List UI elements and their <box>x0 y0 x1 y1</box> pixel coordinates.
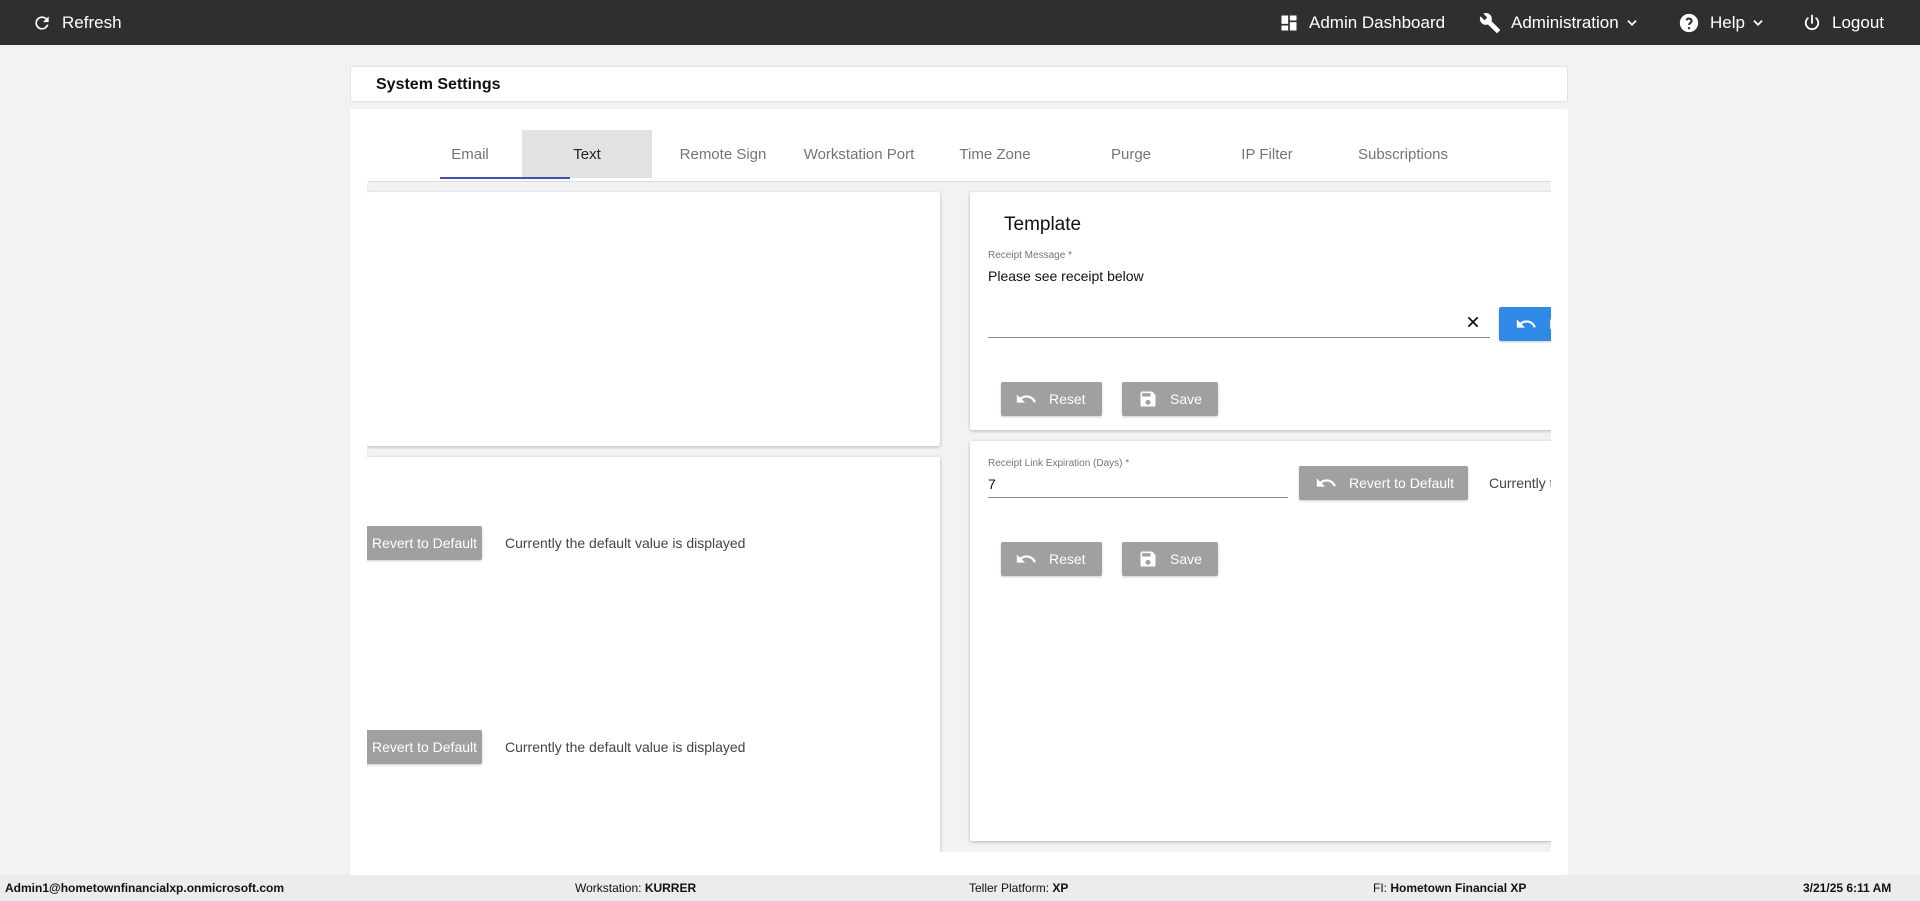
tab-remote-sign[interactable]: Remote Sign <box>658 130 788 178</box>
tab-subscriptions[interactable]: Subscriptions <box>1338 130 1468 178</box>
logout-label: Logout <box>1832 12 1884 32</box>
template-heading: Template <box>1004 214 1082 235</box>
left-top-panel <box>367 192 940 446</box>
footer-fi: FI: Hometown Financial XP <box>1373 881 1526 895</box>
reset-button[interactable]: Reset <box>1001 542 1102 576</box>
receipt-link-expiration-label: Receipt Link Expiration (Days) * <box>988 458 1130 469</box>
reset-label: Reset <box>1049 391 1086 407</box>
status-footer: Admin1@hometownfinancialxp.onmicrosoft.c… <box>0 875 1920 901</box>
revert-to-default-label: R <box>1549 316 1551 332</box>
tab-email[interactable]: Email <box>405 130 535 178</box>
help-menu[interactable]: Help <box>1678 0 1765 45</box>
page-title: System Settings <box>376 76 501 93</box>
save-button[interactable]: Save <box>1122 542 1218 576</box>
save-icon <box>1138 549 1158 569</box>
default-value-status: Currently the default value is displayed <box>505 535 746 551</box>
tab-content-area: Revert to Default Currently the default … <box>367 182 1551 852</box>
save-label: Save <box>1170 391 1202 407</box>
refresh-label: Refresh <box>62 12 122 32</box>
footer-user: Admin1@hometownfinancialxp.onmicrosoft.c… <box>5 881 285 895</box>
undo-icon <box>1015 548 1037 570</box>
chevron-down-icon <box>1751 16 1765 30</box>
refresh-button[interactable]: Refresh <box>32 0 122 45</box>
close-icon[interactable] <box>1466 315 1480 329</box>
receipt-message-value[interactable]: Please see receipt below <box>988 268 1144 284</box>
save-button[interactable]: Save <box>1122 382 1218 416</box>
revert-to-default-button[interactable]: Revert to Default <box>367 730 482 764</box>
undo-icon <box>1015 388 1037 410</box>
tab-ip-filter[interactable]: IP Filter <box>1202 130 1332 178</box>
settings-tab-bar: Email Text Remote Sign Workstation Port … <box>368 109 1551 182</box>
active-tab-indicator <box>440 177 570 179</box>
tab-workstation-port[interactable]: Workstation Port <box>794 130 924 178</box>
footer-teller-label: Teller Platform: <box>969 881 1053 895</box>
logout-button[interactable]: Logout <box>1802 0 1884 45</box>
footer-workstation-label: Workstation: <box>575 881 645 895</box>
revert-to-default-button[interactable]: Revert to Default <box>1299 466 1468 500</box>
administration-menu[interactable]: Administration <box>1479 0 1639 45</box>
left-bottom-panel: Revert to Default Currently the default … <box>367 457 940 852</box>
revert-to-default-label: Revert to Default <box>1349 475 1455 491</box>
footer-fi-label: FI: <box>1373 881 1391 895</box>
dashboard-icon <box>1279 13 1299 33</box>
revert-to-default-label: Revert to Default <box>371 535 478 551</box>
default-value-status: Currently t <box>1489 475 1551 491</box>
reset-label: Reset <box>1049 551 1086 567</box>
refresh-icon <box>32 13 52 33</box>
tab-text[interactable]: Text <box>522 130 652 178</box>
undo-icon <box>1515 313 1537 335</box>
receipt-link-expiration-value[interactable]: 7 <box>988 476 996 492</box>
page-header-card: System Settings <box>350 66 1568 102</box>
receipt-link-expiration-underline <box>988 497 1288 498</box>
help-icon <box>1678 12 1700 34</box>
footer-workstation-value: KURRER <box>644 881 697 895</box>
footer-teller-platform: Teller Platform: XP <box>969 881 1068 895</box>
receipt-expiration-panel: Receipt Link Expiration (Days) * 7 Rever… <box>970 441 1551 841</box>
power-icon <box>1802 13 1822 33</box>
revert-to-default-label: Revert to Default <box>371 739 478 755</box>
reset-button[interactable]: Reset <box>1001 382 1102 416</box>
wrench-icon <box>1479 12 1501 34</box>
receipt-message-underline <box>988 337 1490 338</box>
admin-dashboard-label: Admin Dashboard <box>1309 12 1446 32</box>
admin-dashboard-link[interactable]: Admin Dashboard <box>1279 0 1445 45</box>
tab-time-zone[interactable]: Time Zone <box>930 130 1060 178</box>
save-label: Save <box>1170 551 1202 567</box>
revert-to-default-button[interactable]: R <box>1499 307 1551 341</box>
top-navigation-bar: Refresh Admin Dashboard Administration H… <box>0 0 1920 45</box>
revert-to-default-button[interactable]: Revert to Default <box>367 526 482 560</box>
receipt-message-label: Receipt Message * <box>988 250 1072 261</box>
footer-fi-value: Hometown Financial XP <box>1390 881 1527 895</box>
help-label: Help <box>1710 12 1745 32</box>
administration-label: Administration <box>1511 12 1619 32</box>
undo-icon <box>1315 472 1337 494</box>
template-panel: Template Receipt Message * Please see re… <box>970 192 1551 430</box>
tab-purge[interactable]: Purge <box>1066 130 1196 178</box>
footer-workstation: Workstation: KURRER <box>575 881 696 895</box>
default-value-status: Currently the default value is displayed <box>505 739 746 755</box>
footer-teller-value: XP <box>1052 881 1069 895</box>
footer-datetime: 3/21/25 6:11 AM <box>1803 881 1892 895</box>
save-icon <box>1138 389 1158 409</box>
chevron-down-icon <box>1625 16 1639 30</box>
